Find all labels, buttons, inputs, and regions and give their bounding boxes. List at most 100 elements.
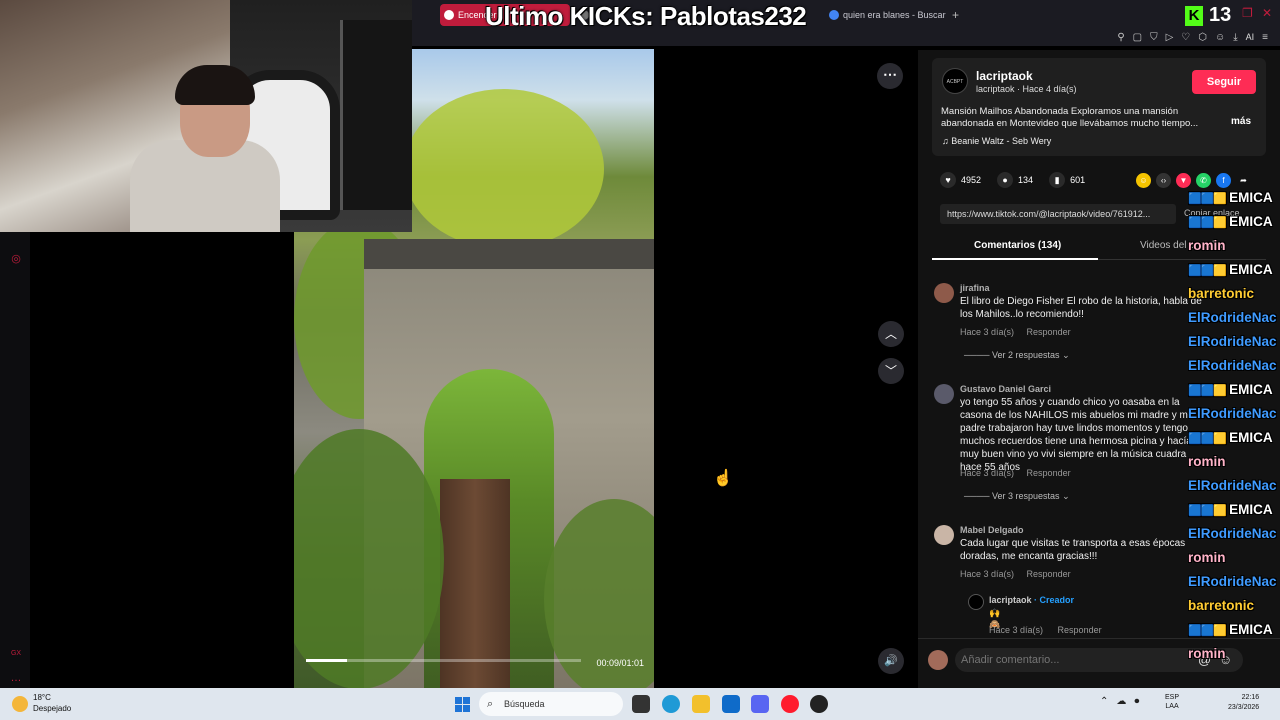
comment-avatar[interactable] xyxy=(934,525,954,545)
music-note-icon: ♫ xyxy=(942,136,952,146)
next-video-button[interactable]: ﹀ xyxy=(878,358,904,384)
comment-action[interactable]: ● 134 xyxy=(997,172,1033,188)
close-icon[interactable]: ✕ xyxy=(1262,6,1272,20)
more-link[interactable]: más xyxy=(1231,116,1251,127)
comment-author[interactable]: jirafina xyxy=(960,283,990,293)
comment-text: yo tengo 55 años y cuando chico yo oasab… xyxy=(960,397,1198,473)
reply-button[interactable]: Responder xyxy=(1027,468,1071,478)
new-tab-button[interactable]: + xyxy=(952,8,959,22)
instagram-icon[interactable]: ◎ xyxy=(9,252,23,266)
mic-icon[interactable]: ⏺ xyxy=(1134,696,1139,707)
comment-item: Gustavo Daniel Garci yo tengo 55 años y … xyxy=(934,384,1204,501)
video-progress-bar[interactable] xyxy=(306,659,581,662)
heart-icon: ♥ xyxy=(940,172,956,188)
opera-gx-icon[interactable] xyxy=(781,695,799,713)
creator-avatar[interactable]: ACBPT xyxy=(942,68,968,94)
like-action[interactable]: ♥ 4952 xyxy=(940,172,981,188)
restore-icon[interactable]: ❐ xyxy=(1242,6,1253,20)
profile-icon[interactable]: ☺ xyxy=(1215,32,1225,43)
video-url-field[interactable]: https://www.tiktok.com/@lacriptaok/video… xyxy=(940,204,1176,224)
gx-icon[interactable]: GX xyxy=(9,650,23,664)
music-info[interactable]: ♫ Beanie Waltz - Seb Wery xyxy=(942,136,1051,146)
reply-button[interactable]: Responder xyxy=(1027,327,1071,337)
reply-avatar[interactable] xyxy=(968,594,984,610)
reply-meta: Hace 3 día(s) Responder xyxy=(989,625,1114,635)
task-view-icon[interactable] xyxy=(632,695,650,713)
creator-subline: lacriptaok · Hace 4 día(s) xyxy=(976,84,1077,94)
windows-start-icon[interactable] xyxy=(455,697,470,712)
tab-search[interactable]: quien era blanes - Buscar xyxy=(825,4,950,26)
comment-text: Cada lugar que visitas te transporta a e… xyxy=(960,538,1186,562)
comment-avatar[interactable] xyxy=(934,384,954,404)
view-replies-button[interactable]: ──── Ver 2 respuestas ⌄ xyxy=(964,350,1070,361)
like-count: 4952 xyxy=(961,175,982,185)
store-icon[interactable] xyxy=(722,695,740,713)
webcam-monitor xyxy=(340,20,412,210)
comment-time: Hace 3 día(s) xyxy=(960,327,1015,337)
weather-condition: Despejado xyxy=(33,704,72,713)
send-icon[interactable]: ▼ xyxy=(1176,173,1191,188)
reply-author[interactable]: lacriptaok · Creador xyxy=(989,595,1074,605)
pin-icon[interactable]: ⚲ xyxy=(1117,32,1124,43)
emoji-share-icon[interactable]: ☺ xyxy=(1136,173,1151,188)
user-avatar[interactable] xyxy=(928,650,948,670)
volume-button[interactable]: 🔊 xyxy=(878,648,904,674)
shield-icon[interactable]: ⛉ xyxy=(1150,32,1158,43)
comment-author[interactable]: Mabel Delgado xyxy=(960,525,1024,535)
download-icon[interactable]: ⤓ xyxy=(1233,32,1237,43)
replies-divider: ──── xyxy=(964,350,993,360)
stream-overlay-title: Ultimo KICKs: Pablotas232 xyxy=(485,1,807,31)
google-icon xyxy=(829,10,839,20)
comment-time: Hace 3 día(s) xyxy=(960,569,1015,579)
screen: Encender quien era blanes - Buscar + ❐ ✕… xyxy=(0,0,1280,720)
embed-icon[interactable]: ‹› xyxy=(1156,173,1171,188)
extensions-icon[interactable]: ⬡ xyxy=(1198,32,1207,43)
reply-button[interactable]: Responder xyxy=(1058,625,1102,635)
tab-creator-videos[interactable]: Videos del creador xyxy=(1140,240,1223,251)
menu-icon[interactable]: ≡ xyxy=(1262,32,1268,43)
previous-video-button[interactable]: ︿ xyxy=(878,321,904,347)
comment-icon: ● xyxy=(997,172,1014,188)
save-action[interactable]: ▮ 601 xyxy=(1049,172,1085,188)
taskbar-clock[interactable]: 22:16 23/3/2026 xyxy=(1228,693,1259,713)
more-icon[interactable]: … xyxy=(9,672,23,686)
app-icon[interactable] xyxy=(810,695,828,713)
emoji-icon[interactable]: ☺ xyxy=(1219,652,1232,667)
reply-author-name: lacriptaok xyxy=(989,595,1032,605)
comment-author[interactable]: Gustavo Daniel Garci xyxy=(960,384,1051,394)
panel-tabs: Comentarios (134) Videos del creador xyxy=(932,236,1266,260)
tab-label: quien era blanes - Buscar xyxy=(843,10,946,20)
creator-name[interactable]: lacriptaok xyxy=(976,69,1033,83)
view-replies-button[interactable]: ──── Ver 3 respuestas ⌄ xyxy=(964,491,1070,502)
ai-icon[interactable]: AI xyxy=(1246,32,1255,43)
file-explorer-icon[interactable] xyxy=(692,695,710,713)
chevron-up-icon[interactable]: ⌃ xyxy=(1100,696,1108,707)
chevron-down-icon: ⌄ xyxy=(1059,491,1070,501)
share-arrow-icon[interactable]: ➦ xyxy=(1236,173,1251,188)
comment-time: Hace 3 día(s) xyxy=(960,468,1015,478)
snapshot-icon[interactable]: ▢ xyxy=(1133,32,1142,43)
comment-meta: Hace 3 día(s) Responder xyxy=(960,468,1081,478)
view-replies-label: Ver 2 respuestas xyxy=(992,350,1060,360)
more-options-button[interactable]: ⋯ xyxy=(877,63,903,89)
heart-icon[interactable]: ♡ xyxy=(1181,32,1190,43)
discord-icon[interactable] xyxy=(751,695,769,713)
reply-button[interactable]: Responder xyxy=(1027,569,1071,579)
windows-taskbar: 18°C Despejado ⌕ Búsqueda ⌃ ☁ ⏺ ESP LAA … xyxy=(0,688,1280,720)
creator-badge: · Creador xyxy=(1034,595,1075,605)
comment-meta: Hace 3 día(s) Responder xyxy=(960,327,1081,337)
language-code: ESP xyxy=(1165,694,1180,701)
taskbar-search[interactable]: ⌕ Búsqueda xyxy=(479,692,623,716)
whatsapp-icon[interactable]: ✆ xyxy=(1196,173,1211,188)
comment-avatar[interactable] xyxy=(934,283,954,303)
network-icon[interactable]: ☁ xyxy=(1116,696,1126,707)
edge-icon[interactable] xyxy=(662,695,680,713)
tab-comments[interactable]: Comentarios (134) xyxy=(974,240,1061,251)
language-indicator[interactable]: ESP LAA xyxy=(1165,693,1179,711)
pointer-cursor-icon: ☝ xyxy=(713,470,733,487)
copy-link-button[interactable]: Copiar enlace xyxy=(1184,208,1240,218)
play-icon[interactable]: ▷ xyxy=(1166,32,1174,43)
mention-icon[interactable]: @ xyxy=(1198,652,1211,667)
follow-button[interactable]: Seguir xyxy=(1192,70,1256,94)
facebook-icon[interactable]: f xyxy=(1216,173,1231,188)
